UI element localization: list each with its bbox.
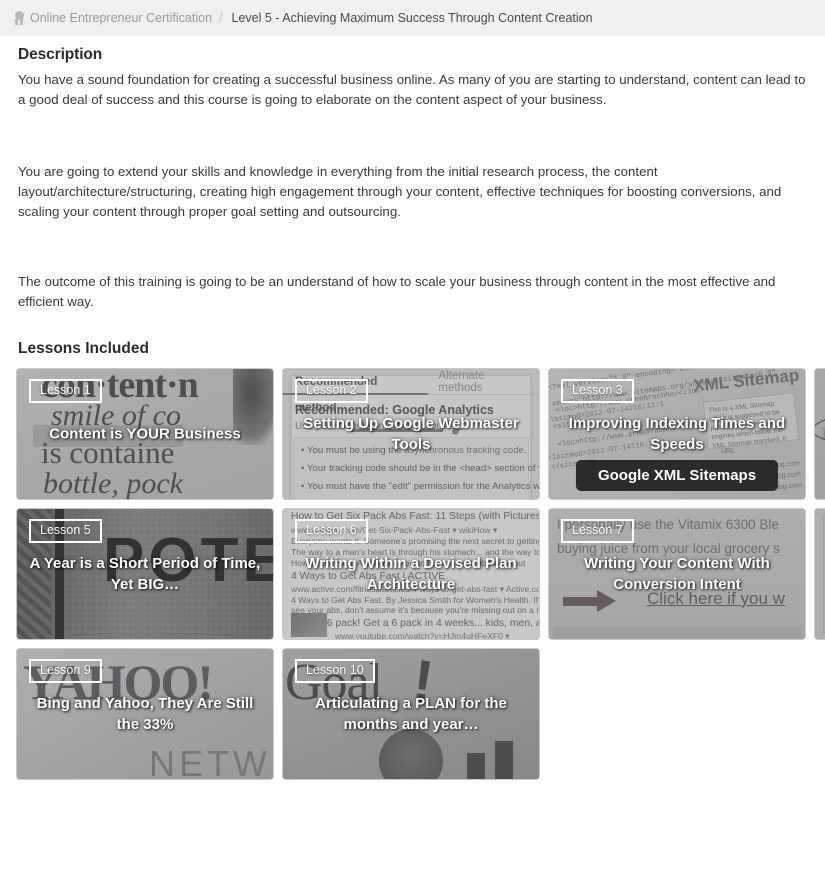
lesson-badge: Lesson 6 (295, 519, 368, 543)
lesson-card[interactable]: fruit you are going to get a healthy dos… (814, 368, 825, 500)
lesson-card[interactable]: YAHOO! NETW Lesson 9 Bing and Yahoo, The… (16, 648, 274, 780)
lesson-badge: Lesson 10 (295, 659, 375, 683)
lesson-title: Articulating a PLAN for the months and y… (315, 695, 507, 733)
lesson-card[interactable]: Recommended method Alternate methods Rec… (282, 368, 540, 500)
breadcrumb-current: Level 5 - Achieving Maximum Success Thro… (231, 11, 593, 25)
description-paragraph-3: The outcome of this training is going to… (18, 274, 776, 309)
lesson-badge: Lesson 9 (29, 659, 102, 683)
main-content: Description You have a sound foundation … (0, 36, 825, 780)
lesson-card[interactable]: POTE Lesson 5 A Year is a Short Period o… (16, 508, 274, 640)
lessons-grid: con·tent·n smile of co is containe bottl… (16, 368, 825, 780)
lesson-badge: Lesson 7 (561, 519, 634, 543)
lesson-badge: Lesson 3 (561, 379, 634, 403)
lesson-card[interactable]: <?xml version="1.0" encoding="UTF-8"?> x… (548, 368, 806, 500)
lessons-heading: Lessons Included (18, 340, 149, 357)
description-paragraph-1: You have a sound foundation for creating… (18, 72, 806, 107)
lesson-card[interactable]: How to Get Six Pack Abs Fast: 11 Steps (… (282, 508, 540, 640)
lesson-badge: Lesson 5 (29, 519, 102, 543)
lesson-title: Setting Up Google Webmaster Tools (303, 415, 519, 453)
certificate-icon (14, 11, 25, 25)
lesson-badge: Lesson 2 (295, 379, 368, 403)
breadcrumb-link-root[interactable]: Online Entrepreneur Certification (30, 11, 212, 25)
page-title: Description (18, 46, 103, 63)
lesson-title: Content is YOUR Business (49, 425, 241, 443)
lesson-card[interactable]: Goal ! Lesson 10 Articulating a PLAN for… (282, 648, 540, 780)
lesson-title: Writing Your Content With Conversion Int… (584, 555, 770, 593)
breadcrumb: Online Entrepreneur Certification / Leve… (0, 0, 825, 36)
thumbnail-caption: Google XML Sitemaps (575, 460, 779, 491)
lesson-card[interactable]: Kyle June 12, 2014 at 12:01 am (Edit) An… (814, 508, 825, 640)
lesson-card[interactable]: I personally use the Vitamix 6300 Ble bu… (548, 508, 806, 640)
lesson-badge: Lesson 1 (29, 379, 102, 403)
lesson-title: A Year is a Short Period of Time, Yet BI… (29, 555, 261, 593)
lesson-title: Writing Within a Devised Plan Architectu… (305, 555, 517, 593)
breadcrumb-separator: / (219, 11, 223, 25)
description-paragraph-2: You are going to extend your skills and … (18, 164, 782, 219)
lesson-title: Bing and Yahoo, They Are Still the 33% (36, 695, 254, 733)
lesson-title: Improving Indexing Times and Speeds (568, 415, 786, 453)
lesson-card[interactable]: con·tent·n smile of co is containe bottl… (16, 368, 274, 500)
